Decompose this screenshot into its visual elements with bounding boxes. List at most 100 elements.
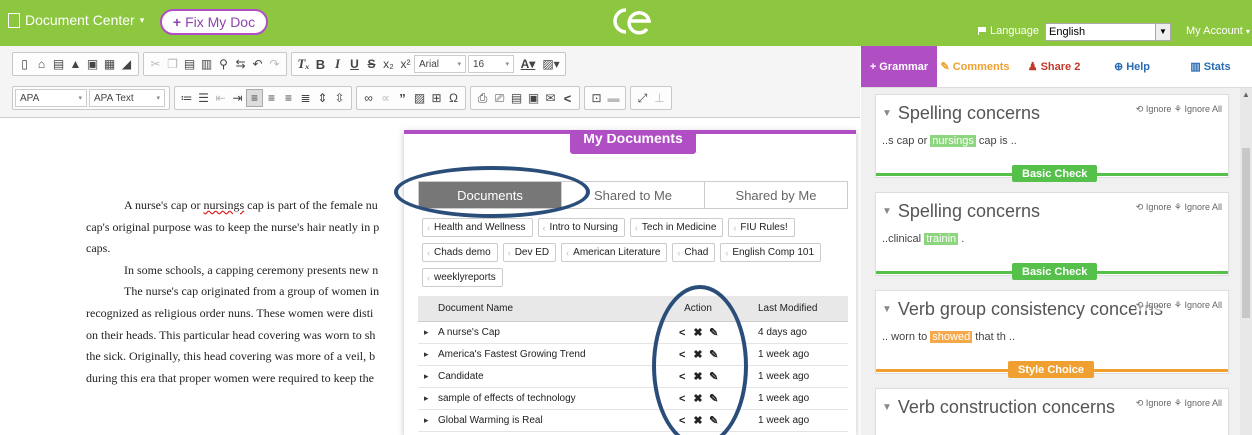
folder-chip[interactable]: ‹ English Comp 101 — [720, 243, 822, 262]
table-icon[interactable]: ⊞ — [428, 89, 445, 107]
delete-icon[interactable]: ✖ — [692, 326, 705, 339]
pdf-icon[interactable]: ▤ — [508, 89, 525, 107]
tab-help[interactable]: ⊕ Help — [1095, 46, 1169, 87]
scroll-up-icon[interactable]: ▲ — [1242, 90, 1250, 99]
fix-my-doc-button[interactable]: + Fix My Doc — [160, 9, 268, 35]
folder-chip[interactable]: ‹ Tech in Medicine — [629, 218, 724, 237]
folder-chip[interactable]: ‹ FIU Rules! — [728, 218, 795, 237]
scrollbar-thumb[interactable] — [1242, 148, 1250, 318]
clear-format-icon[interactable]: Tₓ — [295, 55, 312, 73]
document-body[interactable]: A nurse's cap or nursings cap is part of… — [86, 195, 416, 389]
tab-share[interactable]: ♟ Share 2 — [1013, 46, 1095, 87]
unlink-icon[interactable]: ∝ — [377, 89, 394, 107]
card-header[interactable]: ▼ Verb group consistency concerns — [882, 299, 1163, 320]
tab-stats[interactable]: ▥ Stats — [1169, 46, 1252, 87]
link-icon[interactable]: ∞ — [360, 89, 377, 107]
edit-icon[interactable]: ✎ — [707, 348, 720, 361]
preview-icon[interactable]: ⎚ — [491, 89, 508, 107]
table-row[interactable]: America's Fastest Growing Trend < ✖ ✎ 1 … — [418, 343, 848, 366]
tab-comments[interactable]: ✎ Comments — [937, 46, 1013, 87]
ignore-all-button[interactable]: ⚘ Ignore All — [1174, 104, 1222, 114]
delete-icon[interactable]: ✖ — [692, 392, 705, 405]
paste-icon[interactable]: ▤ — [181, 55, 198, 73]
ignore-button[interactable]: ⟲ Ignore — [1136, 104, 1172, 114]
numbered-list-icon[interactable]: ≔ — [178, 89, 195, 107]
subscript-icon[interactable]: x₂ — [380, 55, 397, 73]
align-center-icon[interactable]: ≡ — [263, 89, 280, 107]
share-icon[interactable]: < — [676, 349, 689, 361]
align-right-icon[interactable]: ≡ — [280, 89, 297, 107]
italic-icon[interactable]: I — [329, 55, 346, 73]
folder-chip[interactable]: ‹ Chad — [672, 243, 716, 262]
document-name[interactable]: sample of effects of technology — [418, 387, 658, 410]
card-header[interactable]: ▼ Spelling concerns — [882, 201, 1040, 222]
tab-grammar[interactable]: + Grammar — [861, 46, 937, 87]
suggestion-card[interactable]: ▼ Verb group consistency concerns ⟲ Ignor… — [875, 290, 1229, 378]
card-header[interactable]: ▼ Verb construction concerns — [882, 397, 1115, 418]
ignore-all-button[interactable]: ⚘ Ignore All — [1174, 202, 1222, 212]
templates-icon[interactable]: ▤ — [50, 55, 67, 73]
font-select[interactable]: Arial ▾ — [414, 55, 466, 73]
upload-icon[interactable]: ▲ — [67, 55, 84, 73]
folder-chip[interactable]: ‹ American Literature — [561, 243, 668, 262]
suggestion-card[interactable]: ▼ Spelling concerns ⟲ Ignore ⚘ Ignore All… — [875, 192, 1229, 280]
flagged-word[interactable]: trainin — [924, 233, 959, 245]
suggestion-card[interactable]: ▼ Verb construction concerns ⟲ Ignore ⚘ I… — [875, 388, 1229, 435]
ignore-button[interactable]: ⟲ Ignore — [1136, 398, 1172, 408]
special-character-icon[interactable]: Ω — [445, 89, 462, 107]
panel-scrollbar[interactable]: ▲ — [1240, 88, 1252, 435]
share-icon[interactable]: < — [676, 371, 689, 383]
language-select[interactable]: English ▼ — [1045, 23, 1171, 41]
document-name[interactable]: Global Warming is Real — [418, 409, 658, 432]
redo-icon[interactable]: ↷ — [266, 55, 283, 73]
background-color-icon[interactable]: ▨▾ — [540, 55, 562, 73]
blocks-icon[interactable]: ⊥ — [651, 89, 668, 107]
tab-shared-by-me[interactable]: Shared by Me — [705, 182, 847, 208]
source-view-icon[interactable]: ⊡ — [588, 89, 605, 107]
undo-icon[interactable]: ↶ — [249, 55, 266, 73]
delete-icon[interactable]: ✖ — [692, 370, 705, 383]
find-icon[interactable]: ⚲ — [215, 55, 232, 73]
bold-icon[interactable]: B — [312, 55, 329, 73]
edit-icon[interactable]: ✎ — [707, 326, 720, 339]
paragraph-spacing-icon[interactable]: ⇳ — [331, 89, 348, 107]
tab-documents[interactable]: Documents — [419, 182, 562, 208]
folder-chip[interactable]: ‹ Health and Wellness — [422, 218, 533, 237]
suggestion-card[interactable]: ▼ Spelling concerns ⟲ Ignore ⚘ Ignore All… — [875, 94, 1229, 182]
table-row[interactable]: Candidate < ✖ ✎ 1 week ago — [418, 365, 848, 388]
bullet-list-icon[interactable]: ☰ — [195, 89, 212, 107]
superscript-icon[interactable]: x² — [397, 55, 414, 73]
edit-icon[interactable]: ✎ — [707, 370, 720, 383]
share-icon[interactable]: < — [559, 89, 576, 107]
flagged-word[interactable]: showed — [930, 331, 973, 343]
card-header[interactable]: ▼ Spelling concerns — [882, 103, 1040, 124]
line-spacing-icon[interactable]: ⇕ — [314, 89, 331, 107]
column-header-name[interactable]: Document Name — [418, 296, 658, 322]
column-header-modified[interactable]: Last Modified — [738, 296, 848, 322]
outdent-icon[interactable]: ⇤ — [212, 89, 229, 107]
email-icon[interactable]: ✉ — [542, 89, 559, 107]
align-left-icon[interactable]: ≡ — [246, 89, 263, 107]
new-document-icon[interactable]: ▯ — [16, 55, 33, 73]
ignore-all-button[interactable]: ⚘ Ignore All — [1174, 300, 1222, 310]
folder-chip[interactable]: ‹ Dev ED — [502, 243, 557, 262]
save-icon[interactable]: ▣ — [84, 55, 101, 73]
text-color-icon[interactable]: A▾ — [516, 55, 540, 73]
quote-icon[interactable]: ” — [394, 89, 411, 107]
document-name[interactable]: A nurse's Cap — [418, 321, 658, 344]
print-icon[interactable]: ⎙ — [474, 89, 491, 107]
delete-icon[interactable]: ✖ — [692, 348, 705, 361]
flagged-word[interactable]: nursings — [930, 135, 976, 147]
strikethrough-icon[interactable]: S — [363, 55, 380, 73]
ignore-button[interactable]: ⟲ Ignore — [1136, 202, 1172, 212]
folder-chip[interactable]: ‹ weeklyreports — [422, 268, 503, 287]
paste-text-icon[interactable]: ▥ — [198, 55, 215, 73]
open-folder-icon[interactable]: ⌂ — [33, 55, 50, 73]
comment-icon[interactable]: ▬ — [605, 89, 622, 107]
replace-icon[interactable]: ⇆ — [232, 55, 249, 73]
style-select[interactable]: APA ▾ — [15, 89, 87, 107]
image-icon[interactable]: ▨ — [411, 89, 428, 107]
my-account-menu[interactable]: My Account ▾ — [1186, 25, 1250, 37]
delete-icon[interactable]: ✖ — [692, 414, 705, 427]
ignore-button[interactable]: ⟲ Ignore — [1136, 300, 1172, 310]
